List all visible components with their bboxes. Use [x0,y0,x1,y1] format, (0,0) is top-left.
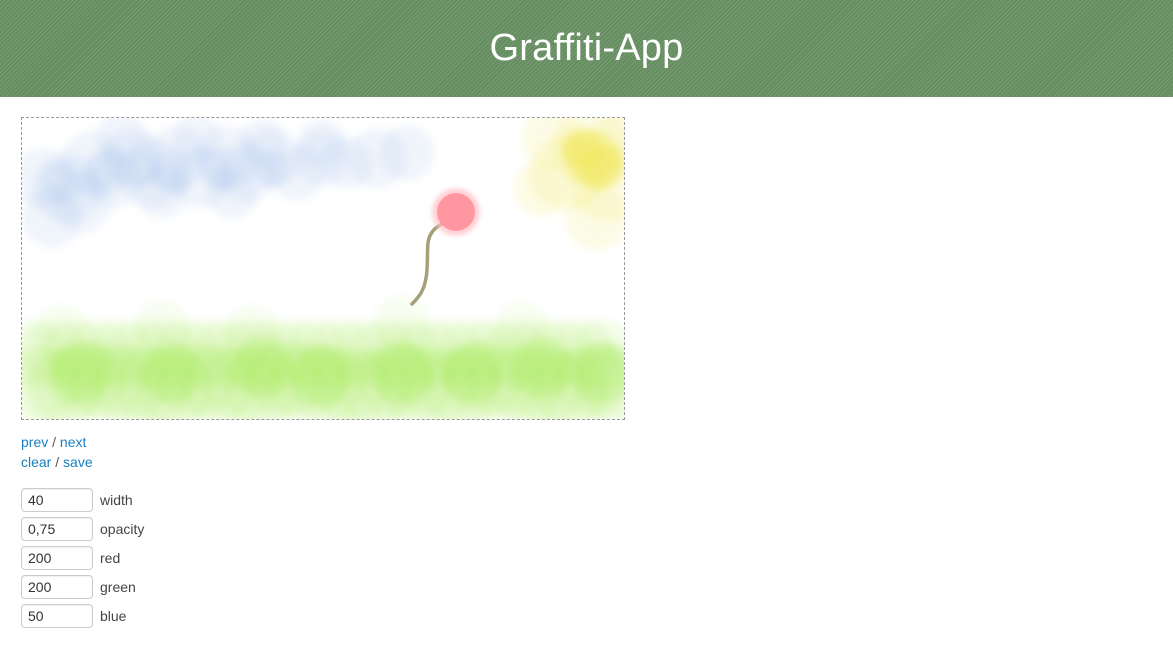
clear-link[interactable]: clear [21,454,51,470]
brush-dab [298,119,346,167]
opacity-control: opacity [21,517,144,541]
brush-dab [224,305,280,361]
prev-link[interactable]: prev [21,434,48,450]
brush-dab [374,295,430,351]
balloon-string [410,222,444,306]
brush-dab [514,160,570,216]
width-label: width [100,492,133,508]
app-header: Graffiti-App [0,0,1173,97]
red-label: red [100,550,121,566]
nav-separator: / [51,454,64,470]
opacity-label: opacity [100,521,145,537]
brush-dab [254,150,290,186]
red-control: red [21,546,120,570]
red-input[interactable] [21,546,93,570]
brush-dab [379,125,435,181]
brush-dab [200,146,244,190]
brush-dab [40,161,84,205]
next-link[interactable]: next [60,434,86,450]
blue-label: blue [100,608,127,624]
opacity-input[interactable] [21,517,93,541]
nav-clear-save: clear / save [21,452,93,472]
brush-dab [494,302,550,358]
drawing-surface[interactable] [22,118,624,419]
sun-brush-strokes [514,118,624,250]
brush-dab [562,128,602,168]
app-title: Graffiti-App [489,27,684,69]
nav-separator: / [48,434,60,450]
width-input[interactable] [21,488,93,512]
brush-dab [292,346,352,406]
brush-dab [124,150,160,186]
green-input[interactable] [21,575,93,599]
nav-prev-next: prev / next [21,432,86,452]
brush-dab [85,151,129,195]
width-control: width [21,488,133,512]
brush-dab [134,300,190,356]
grass-brush-strokes [22,295,624,419]
green-control: green [21,575,136,599]
drawing-canvas[interactable] [21,117,625,420]
sky-brush-strokes [22,118,435,248]
brush-dab [34,305,90,361]
save-link[interactable]: save [63,454,93,470]
brush-dab [442,343,502,403]
brush-dab [372,343,432,403]
green-label: green [100,579,136,595]
balloon-core [437,193,475,231]
blue-control: blue [21,604,126,628]
blue-input[interactable] [21,604,93,628]
